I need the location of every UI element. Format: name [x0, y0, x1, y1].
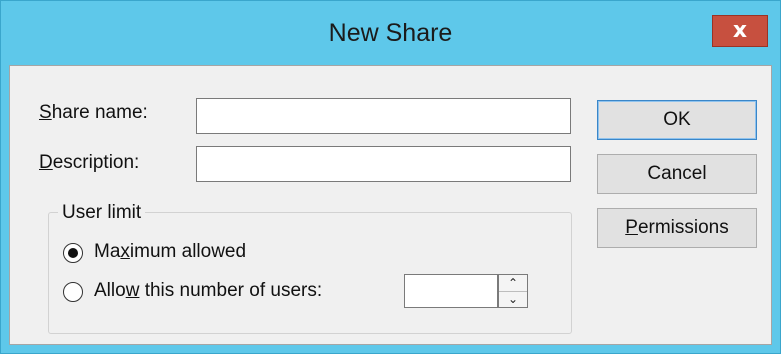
- close-icon: x: [732, 18, 748, 43]
- dialog-title: New Share: [328, 19, 453, 47]
- chevron-up-icon[interactable]: ⌃: [499, 275, 527, 292]
- allow-number-label[interactable]: Allow this number of users:: [94, 280, 322, 302]
- radio-selected-dot: [68, 248, 78, 258]
- title-bar[interactable]: New Share x: [1, 1, 780, 65]
- dialog-body: Share name: Description: User limit Maxi…: [9, 65, 772, 345]
- maximum-allowed-radio[interactable]: [63, 243, 83, 263]
- allow-number-radio[interactable]: [63, 282, 83, 302]
- cancel-button[interactable]: Cancel: [597, 154, 757, 194]
- chevron-down-icon[interactable]: ⌄: [499, 291, 527, 307]
- description-label: Description:: [39, 152, 140, 173]
- description-input[interactable]: [196, 146, 571, 182]
- maximum-allowed-label[interactable]: Maximum allowed: [94, 241, 246, 263]
- share-name-input[interactable]: [196, 98, 571, 134]
- new-share-dialog: New Share x Share name: Description: Use…: [0, 0, 781, 354]
- user-count-spinner: ⌃ ⌄: [498, 274, 528, 308]
- ok-button[interactable]: OK: [597, 100, 757, 140]
- permissions-button[interactable]: Permissions: [597, 208, 757, 248]
- user-limit-title: User limit: [58, 202, 146, 224]
- share-name-label: Share name:: [39, 102, 148, 123]
- user-limit-group: [48, 212, 572, 334]
- user-count-input[interactable]: [404, 274, 498, 308]
- close-button[interactable]: x: [712, 15, 768, 47]
